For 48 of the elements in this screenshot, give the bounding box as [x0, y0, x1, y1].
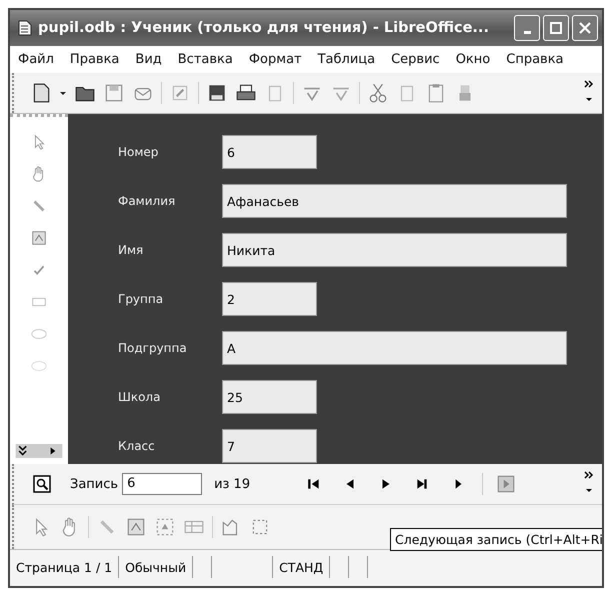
menu-item[interactable]: Окно: [456, 52, 490, 67]
text-field[interactable]: 6: [222, 135, 317, 169]
menu-item[interactable]: Формат: [248, 52, 302, 67]
menu-item[interactable]: Таблица: [318, 52, 376, 67]
save-record-icon[interactable]: [495, 473, 518, 495]
menu-item[interactable]: Вид: [135, 52, 162, 67]
field-label: Номер: [118, 145, 160, 159]
field-label: Подгруппа: [118, 341, 188, 355]
text-field[interactable]: 7: [222, 429, 317, 463]
search-icon[interactable]: [32, 474, 52, 494]
page-status: Страница 1 / 1: [10, 556, 120, 578]
last-record-icon[interactable]: [415, 477, 430, 491]
maximize-icon: [550, 22, 562, 34]
form-design-icon[interactable]: [30, 229, 48, 247]
record-field[interactable]: 6: [122, 473, 202, 495]
field-label: Фамилия: [118, 194, 176, 208]
menu-item[interactable]: Справка: [506, 52, 564, 67]
record-count: из 19: [214, 476, 250, 492]
maximize-button[interactable]: [543, 15, 569, 41]
field-label: Школа: [118, 390, 162, 404]
menu-item[interactable]: Вставка: [178, 52, 233, 67]
form-design-icon[interactable]: [125, 516, 147, 538]
first-record-icon[interactable]: [307, 477, 322, 491]
sidebar-overflow-icon[interactable]: [13, 444, 65, 458]
document-icon: [18, 20, 32, 36]
tooltip: Следующая запись (Ctrl+Alt+Ri: [390, 528, 602, 551]
field-label: Имя: [118, 243, 144, 257]
menu-item[interactable]: Правка: [70, 52, 120, 67]
text-field[interactable]: Никита: [222, 233, 567, 267]
field-label: Группа: [118, 292, 164, 306]
record-label: Запись: [70, 476, 118, 492]
close-button[interactable]: [572, 15, 598, 41]
text-field[interactable]: А: [222, 331, 567, 365]
text-field[interactable]: 2: [222, 282, 317, 316]
mode-status: СТАНД: [273, 556, 330, 578]
field-label: Класс: [118, 439, 156, 453]
minimize-button[interactable]: [514, 15, 540, 41]
menu-item[interactable]: Сервис: [391, 52, 440, 67]
text-field[interactable]: 25: [222, 380, 317, 414]
cut-icon[interactable]: [367, 82, 389, 104]
window-title: pupil.odb : Ученик (только для чтения) - LibreOffice...: [38, 20, 490, 36]
add-field-icon[interactable]: [154, 516, 176, 538]
save-icon[interactable]: [103, 82, 125, 104]
minimize-icon: [524, 30, 530, 34]
style-status: Обычный: [119, 556, 194, 578]
close-icon: [579, 22, 591, 34]
menu-item[interactable]: Файл: [18, 52, 54, 67]
text-field[interactable]: Афанасьев: [222, 184, 567, 218]
